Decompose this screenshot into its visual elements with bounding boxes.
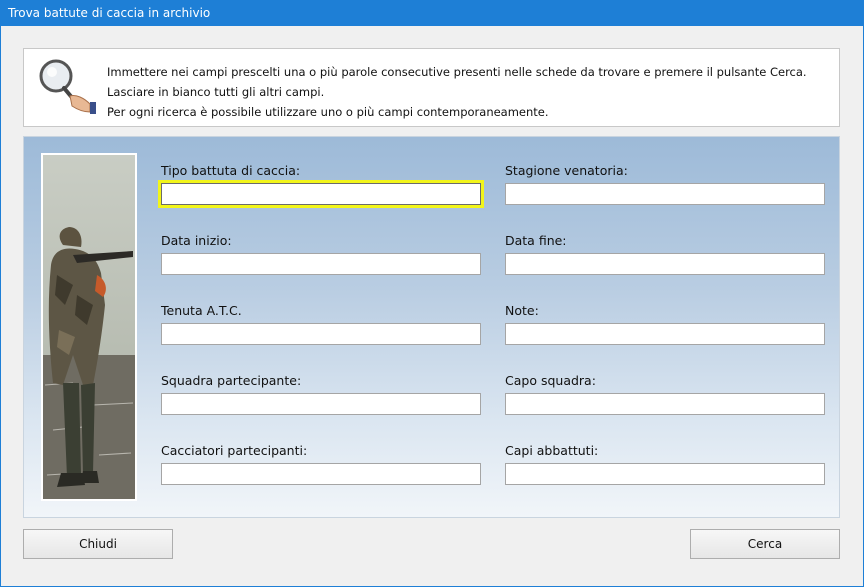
label-cacciatori-partecipanti: Cacciatori partecipanti: bbox=[161, 443, 308, 458]
input-tenuta-atc[interactable] bbox=[161, 323, 481, 345]
label-stagione-venatoria: Stagione venatoria: bbox=[505, 163, 628, 178]
input-data-fine[interactable] bbox=[505, 253, 825, 275]
instruction-line-1: Immettere nei campi prescelti una o più … bbox=[107, 65, 807, 79]
label-tipo-battuta: Tipo battuta di caccia: bbox=[161, 163, 301, 178]
input-squadra-partecipante[interactable] bbox=[161, 393, 481, 415]
input-capo-squadra[interactable] bbox=[505, 393, 825, 415]
instruction-line-2: Lasciare in bianco tutti gli altri campi… bbox=[107, 85, 325, 99]
instruction-line-3: Per ogni ricerca è possibile utilizzare … bbox=[107, 105, 549, 119]
label-note: Note: bbox=[505, 303, 539, 318]
magnifier-icon bbox=[39, 59, 96, 114]
hunter-photo bbox=[41, 153, 137, 501]
input-cacciatori-partecipanti[interactable] bbox=[161, 463, 481, 485]
label-data-fine: Data fine: bbox=[505, 233, 567, 248]
label-capi-abbattuti: Capi abbattuti: bbox=[505, 443, 599, 458]
input-stagione-venatoria[interactable] bbox=[505, 183, 825, 205]
window-title: Trova battute di caccia in archivio bbox=[8, 6, 211, 20]
hunter-image bbox=[43, 155, 135, 499]
input-tipo-battuta[interactable] bbox=[161, 183, 481, 205]
input-data-inizio[interactable] bbox=[161, 253, 481, 275]
label-tenuta-atc: Tenuta A.T.C. bbox=[161, 303, 242, 318]
dialog-body: Immettere nei campi prescelti una o più … bbox=[1, 26, 863, 586]
title-bar[interactable]: Trova battute di caccia in archivio bbox=[0, 0, 864, 26]
instructions-box: Immettere nei campi prescelti una o più … bbox=[23, 48, 840, 127]
close-button[interactable]: Chiudi bbox=[23, 529, 173, 559]
label-capo-squadra: Capo squadra: bbox=[505, 373, 596, 388]
search-button[interactable]: Cerca bbox=[690, 529, 840, 559]
instructions-text: Immettere nei campi prescelti una o più … bbox=[107, 62, 807, 122]
label-squadra-partecipante: Squadra partecipante: bbox=[161, 373, 302, 388]
label-data-inizio: Data inizio: bbox=[161, 233, 232, 248]
app-window: Trova battute di caccia in archivio Imme… bbox=[0, 0, 864, 587]
input-capi-abbattuti[interactable] bbox=[505, 463, 825, 485]
search-form: Tipo battuta di caccia: Data inizio: Ten… bbox=[23, 136, 840, 518]
input-note[interactable] bbox=[505, 323, 825, 345]
